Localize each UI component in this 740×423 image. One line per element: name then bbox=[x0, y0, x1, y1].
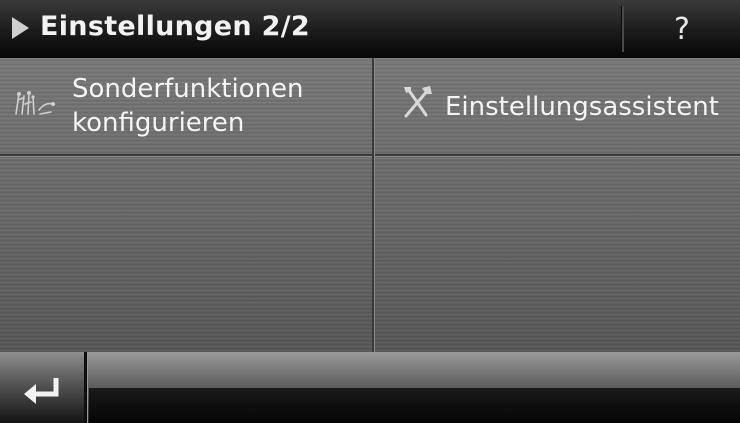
special-functions-icon bbox=[15, 91, 55, 115]
help-button[interactable]: ? bbox=[624, 0, 740, 58]
footer-status-bar bbox=[89, 388, 740, 423]
settings-screen: Einstellungen 2/2 ? Sonderfunktionen kon… bbox=[0, 0, 740, 423]
special-functions-label-line2: konfigurieren bbox=[72, 108, 245, 138]
menu-grid: Sonderfunktionen konfigurieren Einstellu… bbox=[0, 58, 740, 352]
back-button[interactable] bbox=[0, 352, 84, 423]
special-functions-button[interactable]: Sonderfunktionen konfigurieren bbox=[0, 58, 372, 154]
grid-horizontal-divider bbox=[0, 154, 740, 157]
title-arrow-icon bbox=[12, 17, 29, 39]
page-title: Einstellungen 2/2 bbox=[40, 11, 310, 42]
footer-bar bbox=[0, 352, 740, 423]
return-arrow-icon bbox=[24, 378, 59, 404]
setup-assistant-button[interactable]: Einstellungsassistent bbox=[374, 58, 740, 154]
header-bar: Einstellungen 2/2 ? bbox=[0, 0, 740, 58]
footer-divider bbox=[84, 352, 88, 423]
special-functions-label-line1: Sonderfunktionen bbox=[72, 74, 304, 104]
tools-icon bbox=[404, 86, 432, 118]
setup-assistant-label: Einstellungsassistent bbox=[445, 92, 719, 122]
